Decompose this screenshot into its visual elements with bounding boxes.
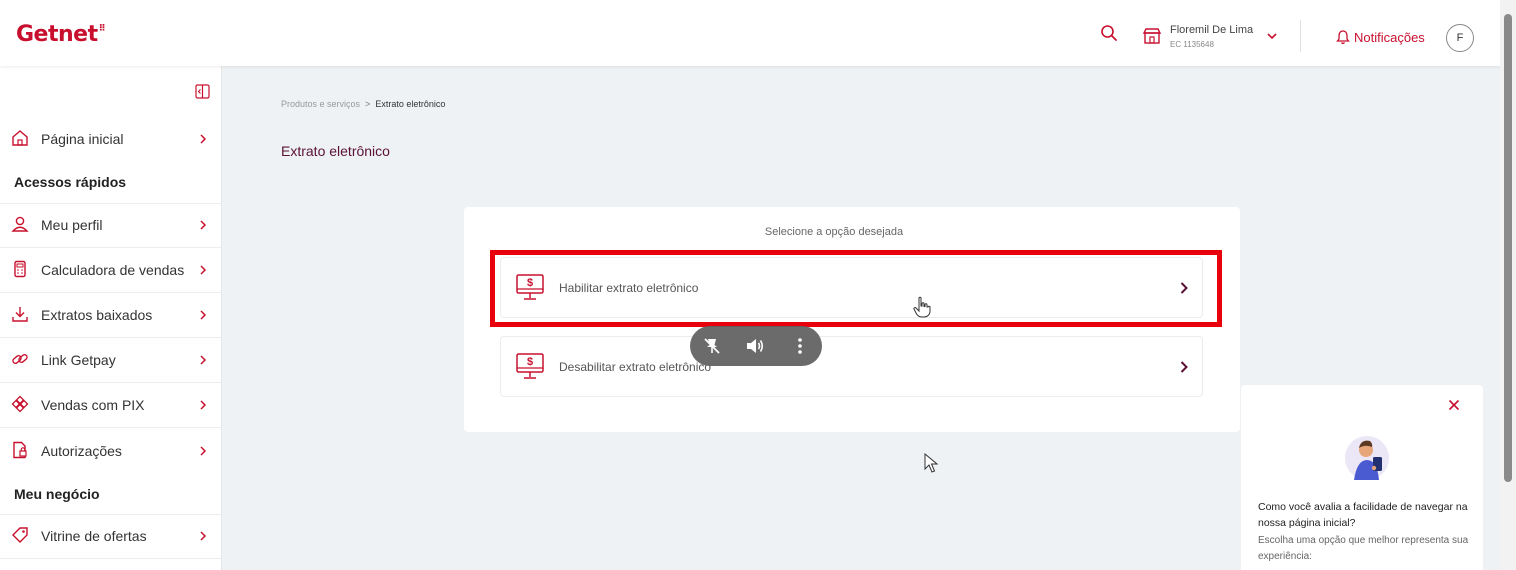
breadcrumb-current: Extrato eletrônico bbox=[375, 99, 446, 109]
sidebar-item-authorizations[interactable]: Autorizações bbox=[0, 429, 222, 473]
media-controls bbox=[690, 326, 822, 366]
instruction-text: Selecione a opção desejada bbox=[764, 226, 904, 238]
logo-mark: ⠿ bbox=[98, 24, 106, 34]
survey-subtitle: Escolha uma opção que melhor representa … bbox=[1258, 535, 1469, 562]
sidebar-item-home[interactable]: Página inicial bbox=[0, 117, 222, 161]
chevron-down-icon bbox=[1267, 33, 1277, 40]
sidebar-item-label: Página inicial bbox=[41, 131, 124, 147]
avatar[interactable]: F bbox=[1446, 24, 1474, 52]
breadcrumb-separator: > bbox=[365, 99, 371, 109]
sidebar-item-label: Extratos baixados bbox=[41, 307, 153, 323]
calculator-icon bbox=[14, 260, 26, 278]
link-icon bbox=[12, 354, 28, 364]
section-title-my-business: Meu negócio bbox=[14, 486, 100, 502]
chevron-right-icon bbox=[200, 265, 207, 275]
sidebar-item-label: Meu perfil bbox=[41, 217, 103, 233]
tag-icon bbox=[12, 527, 28, 543]
getnet-logo[interactable]: Getnet⠿ bbox=[16, 22, 106, 47]
sidebar-item-pix-sales[interactable]: Vendas com PIX bbox=[0, 383, 222, 427]
volume-icon[interactable] bbox=[745, 336, 765, 356]
store-icon bbox=[1142, 28, 1162, 44]
chevron-right-icon bbox=[200, 446, 207, 456]
store-selector[interactable]: Floremil De Lima EC 1135648 bbox=[1142, 24, 1302, 52]
store-ec-number: EC 1135648 bbox=[1170, 40, 1214, 49]
arrow-cursor-icon bbox=[924, 453, 938, 473]
sidebar-item-profile[interactable]: Meu perfil bbox=[0, 203, 222, 247]
survey-question: Como você avalia a facilidade de navegar… bbox=[1258, 501, 1468, 529]
close-icon[interactable] bbox=[1448, 399, 1460, 411]
page-scrollbar[interactable] bbox=[1500, 0, 1516, 570]
search-icon[interactable] bbox=[1100, 24, 1118, 42]
chevron-right-icon bbox=[200, 355, 207, 365]
highlight-box bbox=[490, 250, 1222, 327]
sidebar-item-label: Vitrine de ofertas bbox=[41, 528, 147, 544]
sidebar-item-downloaded-statements[interactable]: Extratos baixados bbox=[0, 293, 222, 337]
option-label: Desabilitar extrato eletrônico bbox=[559, 360, 712, 374]
sidebar: Página inicial Acessos rápidos Meu perfi… bbox=[0, 66, 222, 570]
unpin-icon[interactable] bbox=[702, 336, 722, 356]
feedback-survey: Como você avalia a facilidade de navegar… bbox=[1241, 385, 1483, 570]
sidebar-collapse-icon[interactable] bbox=[195, 84, 210, 99]
more-options-icon[interactable] bbox=[790, 336, 810, 356]
top-header: Getnet⠿ Floremil De Lima EC 1135648 Noti… bbox=[0, 0, 1500, 66]
divider bbox=[0, 427, 222, 428]
header-divider bbox=[1300, 20, 1301, 52]
survey-illustration bbox=[1345, 436, 1389, 480]
sidebar-item-label: Vendas com PIX bbox=[41, 397, 145, 413]
chevron-right-icon bbox=[200, 134, 207, 144]
sidebar-item-link-getpay[interactable]: Link Getpay bbox=[0, 338, 222, 382]
divider bbox=[0, 558, 222, 559]
page-title: Extrato eletrônico bbox=[281, 143, 390, 159]
breadcrumb: Produtos e serviços > Extrato eletrônico bbox=[281, 99, 445, 109]
notifications-label: Notificações bbox=[1354, 30, 1425, 45]
pix-icon bbox=[11, 395, 29, 413]
chevron-right-icon bbox=[1180, 361, 1188, 373]
sidebar-item-calculator[interactable]: Calculadora de vendas bbox=[0, 248, 222, 292]
sidebar-item-label: Link Getpay bbox=[41, 352, 116, 368]
disable-statement-option[interactable]: $ Desabilitar extrato eletrônico bbox=[500, 336, 1203, 397]
chevron-right-icon bbox=[200, 531, 207, 541]
sidebar-item-label: Calculadora de vendas bbox=[41, 262, 185, 278]
store-name: Floremil De Lima bbox=[1170, 24, 1254, 36]
home-icon bbox=[12, 130, 28, 146]
monitor-dollar-icon: $ bbox=[516, 353, 544, 379]
download-icon bbox=[12, 307, 28, 322]
section-title-quick-access: Acessos rápidos bbox=[14, 174, 127, 190]
bell-icon bbox=[1336, 30, 1350, 45]
sidebar-item-offers-showcase[interactable]: Vitrine de ofertas bbox=[0, 514, 222, 558]
scrollbar-thumb[interactable] bbox=[1504, 14, 1512, 482]
user-icon bbox=[11, 216, 29, 232]
svg-text:$: $ bbox=[527, 356, 533, 368]
chevron-right-icon bbox=[200, 400, 207, 410]
document-lock-icon bbox=[13, 441, 27, 459]
chevron-right-icon bbox=[200, 310, 207, 320]
breadcrumb-link-products[interactable]: Produtos e serviços bbox=[281, 99, 360, 109]
chevron-right-icon bbox=[200, 220, 207, 230]
hand-cursor-icon bbox=[913, 296, 931, 318]
sidebar-item-label: Autorizações bbox=[41, 443, 122, 459]
